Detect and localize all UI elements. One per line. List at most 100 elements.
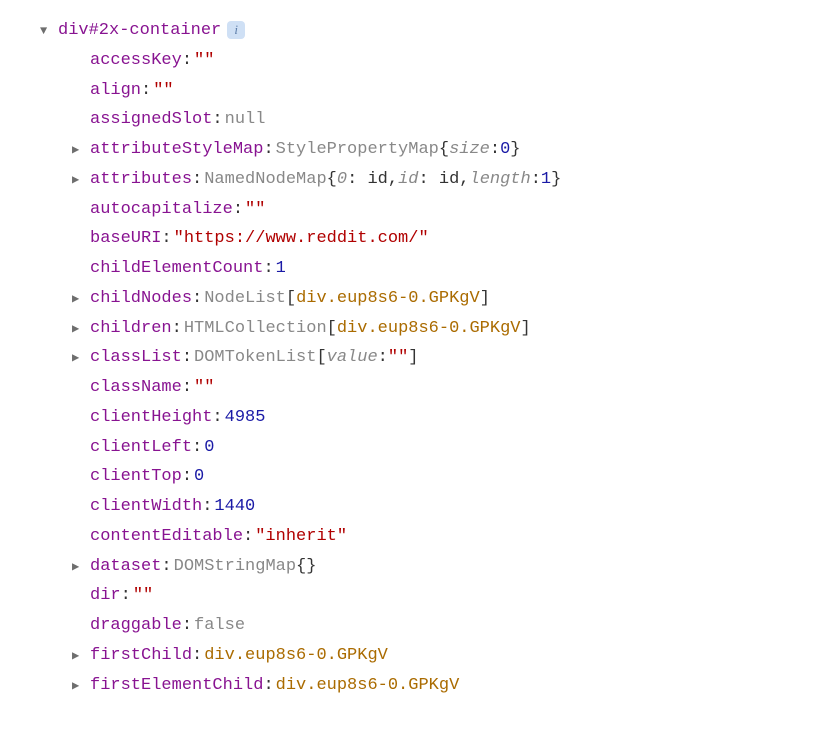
object-header-row[interactable]: div#2x-container i <box>16 16 810 46</box>
property-row[interactable]: attributes: NamedNodeMap {0: id, id: id,… <box>16 165 810 195</box>
colon: : <box>172 314 182 344</box>
close-brace: } <box>510 135 520 165</box>
property-row[interactable]: firstChild: div.eup8s6-0.GPKgV <box>16 641 810 671</box>
property-key: attributes <box>90 165 192 195</box>
colon: : <box>192 433 202 463</box>
property-row[interactable]: clientHeight: 4985 <box>16 403 810 433</box>
close-brace: } <box>551 165 561 195</box>
property-value-number: 0 <box>204 433 214 463</box>
colon: : <box>182 343 192 373</box>
property-row[interactable]: childElementCount: 1 <box>16 254 810 284</box>
chevron-right-icon[interactable] <box>72 319 86 340</box>
property-key: firstElementChild <box>90 671 263 701</box>
property-row[interactable]: contentEditable: "inherit" <box>16 522 810 552</box>
property-row[interactable]: clientWidth: 1440 <box>16 492 810 522</box>
chevron-right-icon[interactable] <box>72 140 86 161</box>
property-value-number: 0 <box>194 462 204 492</box>
property-key: baseURI <box>90 224 161 254</box>
property-row[interactable]: dataset: DOMStringMap {} <box>16 552 810 582</box>
node-reference[interactable]: div.eup8s6-0.GPKgV <box>337 314 521 344</box>
property-value-string: "https://www.reddit.com/" <box>174 224 429 254</box>
object-inspector-root: div#2x-container i accessKey: ""align: "… <box>16 16 810 700</box>
property-value-string: "" <box>133 581 153 611</box>
property-row[interactable]: classList: DOMTokenList [value: ""] <box>16 343 810 373</box>
property-value-string: "" <box>153 76 173 106</box>
open-brace: { <box>439 135 449 165</box>
property-row[interactable]: assignedSlot: null <box>16 105 810 135</box>
property-row[interactable]: baseURI: "https://www.reddit.com/" <box>16 224 810 254</box>
inner-key: length <box>470 165 531 195</box>
colon: : <box>121 581 131 611</box>
property-row[interactable]: align: "" <box>16 76 810 106</box>
colon: : <box>192 284 202 314</box>
property-row[interactable]: accessKey: "" <box>16 46 810 76</box>
object-type: HTMLCollection <box>184 314 327 344</box>
property-value-string: "" <box>194 46 214 76</box>
element-label: div#2x-container <box>58 16 221 46</box>
property-value-boolean: false <box>194 611 245 641</box>
property-row[interactable]: className: "" <box>16 373 810 403</box>
properties-list: accessKey: ""align: ""assignedSlot: null… <box>16 46 810 701</box>
object-type: DOMStringMap <box>174 552 296 582</box>
property-row[interactable]: dir: "" <box>16 581 810 611</box>
colon: : <box>182 373 192 403</box>
property-key: clientHeight <box>90 403 212 433</box>
property-key: assignedSlot <box>90 105 212 135</box>
info-icon[interactable]: i <box>227 21 245 39</box>
property-row[interactable]: children: HTMLCollection [div.eup8s6-0.G… <box>16 314 810 344</box>
chevron-right-icon[interactable] <box>72 646 86 667</box>
property-row[interactable]: clientTop: 0 <box>16 462 810 492</box>
property-key: clientLeft <box>90 433 192 463</box>
chevron-right-icon[interactable] <box>72 289 86 310</box>
open-brace: { <box>296 552 306 582</box>
property-key: contentEditable <box>90 522 243 552</box>
property-key: autocapitalize <box>90 195 233 225</box>
property-key: firstChild <box>90 641 192 671</box>
property-row[interactable]: clientLeft: 0 <box>16 433 810 463</box>
chevron-right-icon[interactable] <box>72 557 86 578</box>
property-row[interactable]: childNodes: NodeList [div.eup8s6-0.GPKgV… <box>16 284 810 314</box>
property-key: draggable <box>90 611 182 641</box>
property-value-number: 1440 <box>214 492 255 522</box>
close-bracket: ] <box>480 284 490 314</box>
node-reference[interactable]: div.eup8s6-0.GPKgV <box>296 284 480 314</box>
inner-key: value <box>327 343 378 373</box>
property-key: className <box>90 373 182 403</box>
object-type: DOMTokenList <box>194 343 316 373</box>
colon: : <box>243 522 253 552</box>
property-row[interactable]: draggable: false <box>16 611 810 641</box>
object-type: NodeList <box>204 284 286 314</box>
chevron-right-icon[interactable] <box>72 676 86 697</box>
colon: : <box>182 46 192 76</box>
chevron-down-icon[interactable] <box>40 21 54 42</box>
property-value-number: 4985 <box>225 403 266 433</box>
colon: : <box>202 492 212 522</box>
property-key: clientTop <box>90 462 182 492</box>
colon: : <box>263 254 273 284</box>
colon: : <box>233 195 243 225</box>
chevron-right-icon[interactable] <box>72 170 86 191</box>
property-key: classList <box>90 343 182 373</box>
property-value-string: "" <box>245 195 265 225</box>
property-value-string: "" <box>194 373 214 403</box>
colon: : <box>263 135 273 165</box>
property-value-number: 1 <box>276 254 286 284</box>
node-reference[interactable]: div.eup8s6-0.GPKgV <box>204 641 388 671</box>
colon: : <box>182 462 192 492</box>
property-key: align <box>90 76 141 106</box>
close-bracket: ] <box>408 343 418 373</box>
property-key: childNodes <box>90 284 192 314</box>
inner-key: id <box>398 165 418 195</box>
object-type: StylePropertyMap <box>276 135 439 165</box>
colon: : <box>212 403 222 433</box>
close-bracket: ] <box>521 314 531 344</box>
inner-number: 0 <box>500 135 510 165</box>
property-key: accessKey <box>90 46 182 76</box>
inner-key: 0 <box>337 165 347 195</box>
property-row[interactable]: firstElementChild: div.eup8s6-0.GPKgV <box>16 671 810 701</box>
node-reference[interactable]: div.eup8s6-0.GPKgV <box>276 671 460 701</box>
property-key: childElementCount <box>90 254 263 284</box>
property-row[interactable]: attributeStyleMap: StylePropertyMap {siz… <box>16 135 810 165</box>
chevron-right-icon[interactable] <box>72 348 86 369</box>
property-row[interactable]: autocapitalize: "" <box>16 195 810 225</box>
